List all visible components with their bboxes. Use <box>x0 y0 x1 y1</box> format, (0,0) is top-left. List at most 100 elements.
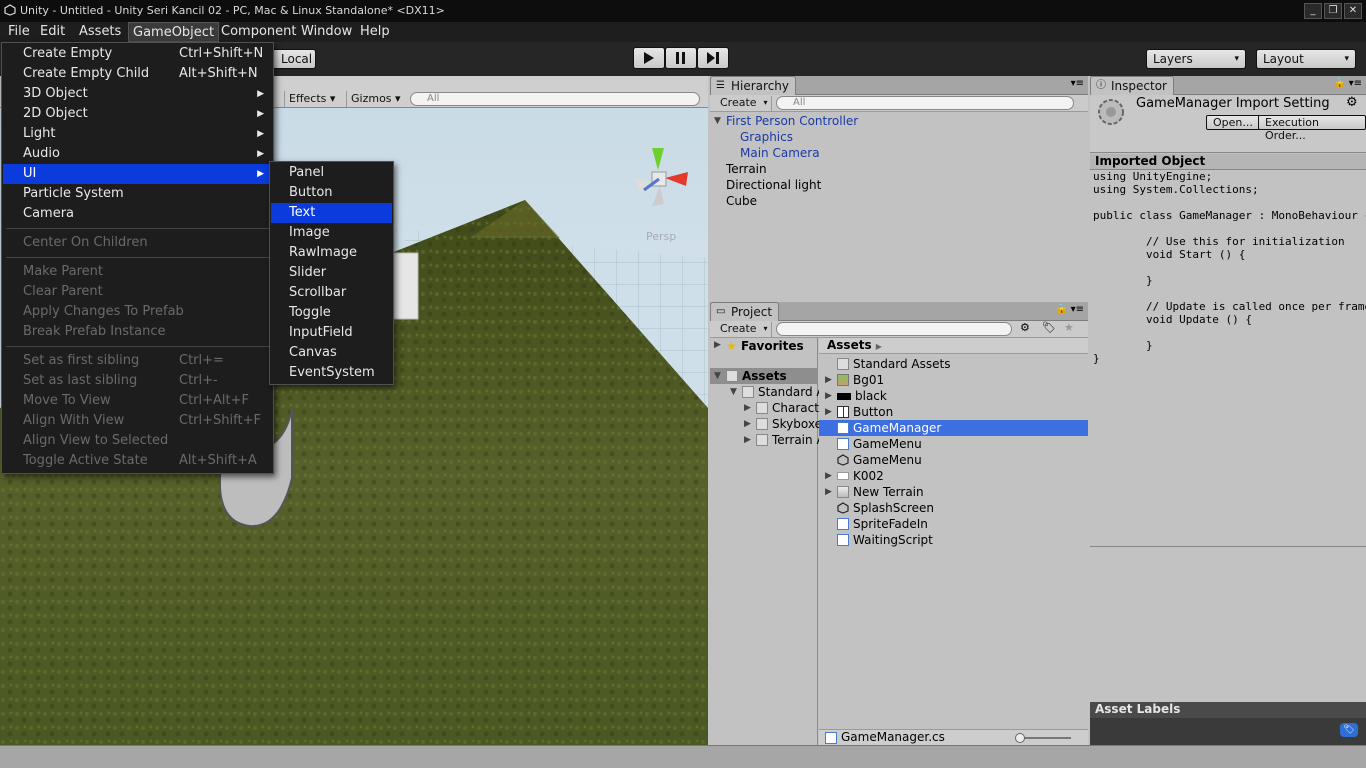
menu-audio[interactable]: Audio ▶ <box>3 144 272 164</box>
step-button[interactable] <box>697 47 729 69</box>
hierarchy-search-input[interactable]: All <box>776 96 1074 110</box>
settings-gear-icon[interactable]: ⚙ <box>1346 95 1358 110</box>
menu-align-view-to-selected[interactable]: Align View to Selected <box>3 431 272 451</box>
project-create-button[interactable]: Create <box>714 322 772 337</box>
scene-search-input[interactable]: All <box>410 92 700 106</box>
layout-dropdown[interactable]: Layout <box>1256 49 1356 69</box>
expand-arrow-icon[interactable]: ▶ <box>825 375 832 385</box>
search-by-label-icon[interactable]: 🏷 <box>1042 321 1056 334</box>
menu-break-prefab-instance[interactable]: Break Prefab Instance <box>3 322 272 342</box>
tab-project[interactable]: ▭ Project <box>710 302 780 321</box>
tab-inspector[interactable]: ⓘ Inspector <box>1090 76 1174 95</box>
execution-order-button[interactable]: Execution Order... <box>1258 115 1366 142</box>
file-item[interactable]: Button <box>837 404 893 420</box>
submenu-scrollbar[interactable]: Scrollbar <box>271 283 392 303</box>
menu-move-to-view[interactable]: Move To View Ctrl+Alt+F <box>3 391 272 411</box>
folder-item[interactable]: Skyboxe <box>756 416 822 432</box>
folder-item[interactable]: Characte <box>756 400 826 416</box>
file-item[interactable]: SplashScreen <box>837 500 934 516</box>
submenu-eventsystem[interactable]: EventSystem <box>271 363 392 383</box>
project-search-input[interactable] <box>776 322 1012 336</box>
minimize-button[interactable]: _ <box>1304 3 1322 19</box>
hierarchy-item[interactable]: Directional light <box>726 177 821 193</box>
file-item[interactable]: black <box>837 388 887 404</box>
menu-set-last-sibling[interactable]: Set as last sibling Ctrl+- <box>3 371 272 391</box>
persp-label[interactable]: Persp <box>646 230 676 243</box>
file-item-selected[interactable]: GameManager <box>837 420 941 436</box>
menu-help[interactable]: Help <box>356 22 394 42</box>
favorite-star-icon[interactable]: ★ <box>1064 321 1074 334</box>
search-by-type-icon[interactable]: ⚙ <box>1020 321 1030 334</box>
icon-size-slider[interactable] <box>1019 737 1071 739</box>
play-button[interactable] <box>633 47 665 69</box>
favorites-item[interactable]: ★ Favorites <box>726 338 804 354</box>
menu-2d-object[interactable]: 2D Object ▶ <box>3 104 272 124</box>
hierarchy-item[interactable]: Terrain <box>726 161 767 177</box>
expand-arrow-icon[interactable]: ▶ <box>714 340 721 350</box>
hierarchy-create-button[interactable]: Create <box>714 96 772 111</box>
submenu-panel[interactable]: Panel <box>271 163 392 183</box>
submenu-button[interactable]: Button <box>271 183 392 203</box>
menu-component[interactable]: Component <box>217 22 300 42</box>
panel-menu-icon[interactable]: ▾≡ <box>1071 304 1084 315</box>
menu-camera[interactable]: Camera <box>3 204 272 224</box>
hierarchy-item[interactable]: Cube <box>726 193 757 209</box>
menu-make-parent[interactable]: Make Parent <box>3 262 272 282</box>
folder-item[interactable]: Terrain A <box>756 432 825 448</box>
file-item[interactable]: SpriteFadeIn <box>837 516 928 532</box>
expand-arrow-icon[interactable]: ▼ <box>714 371 721 381</box>
submenu-rawimage[interactable]: RawImage <box>271 243 392 263</box>
label-tag-icon[interactable]: 🏷 <box>1340 723 1358 737</box>
menu-toggle-active-state[interactable]: Toggle Active State Alt+Shift+A <box>3 451 272 471</box>
expand-arrow-icon[interactable]: ▶ <box>744 403 751 413</box>
gizmos-dropdown[interactable]: Gizmos ▾ <box>346 91 405 107</box>
menu-assets[interactable]: Assets <box>75 22 125 42</box>
submenu-image[interactable]: Image <box>271 223 392 243</box>
submenu-inputfield[interactable]: InputField <box>271 323 392 343</box>
menu-center-on-children[interactable]: Center On Children <box>3 233 272 253</box>
assets-folder-item[interactable]: Assets <box>726 368 787 384</box>
expand-arrow-icon[interactable]: ▼ <box>714 116 721 126</box>
expand-arrow-icon[interactable]: ▶ <box>825 391 832 401</box>
file-item[interactable]: GameMenu <box>837 436 922 452</box>
breadcrumb-assets[interactable]: Assets <box>827 338 872 352</box>
hierarchy-item[interactable]: Main Camera <box>740 145 820 161</box>
menu-3d-object[interactable]: 3D Object ▶ <box>3 84 272 104</box>
hierarchy-item[interactable]: First Person Controller <box>726 113 858 129</box>
pivot-local-button[interactable]: Local <box>272 49 316 69</box>
file-item[interactable]: Standard Assets <box>837 356 950 372</box>
menu-particle-system[interactable]: Particle System <box>3 184 272 204</box>
submenu-text[interactable]: Text <box>271 203 392 223</box>
menu-light[interactable]: Light ▶ <box>3 124 272 144</box>
menu-ui[interactable]: UI ▶ <box>3 164 272 184</box>
menu-file[interactable]: File <box>4 22 34 42</box>
menu-align-with-view[interactable]: Align With View Ctrl+Shift+F <box>3 411 272 431</box>
effects-dropdown[interactable]: Effects ▾ <box>284 91 339 107</box>
tab-hierarchy[interactable]: ☰ Hierarchy <box>710 76 797 95</box>
folder-item[interactable]: Standard A <box>742 384 825 400</box>
expand-arrow-icon[interactable]: ▶ <box>825 471 832 481</box>
submenu-canvas[interactable]: Canvas <box>271 343 392 363</box>
expand-arrow-icon[interactable]: ▶ <box>744 419 751 429</box>
expand-arrow-icon[interactable]: ▶ <box>825 407 832 417</box>
expand-arrow-icon[interactable]: ▶ <box>744 435 751 445</box>
menu-edit[interactable]: Edit <box>36 22 69 42</box>
file-item[interactable]: Bg01 <box>837 372 884 388</box>
menu-set-first-sibling[interactable]: Set as first sibling Ctrl+= <box>3 351 272 371</box>
pause-button[interactable] <box>665 47 697 69</box>
file-item[interactable]: K002 <box>837 468 884 484</box>
menu-create-empty[interactable]: Create Empty Ctrl+Shift+N <box>3 44 272 64</box>
layers-dropdown[interactable]: Layers <box>1146 49 1246 69</box>
panel-menu-icon[interactable]: ▾≡ <box>1349 78 1362 89</box>
file-item[interactable]: New Terrain <box>837 484 924 500</box>
panel-menu-icon[interactable]: ▾≡ <box>1071 78 1084 89</box>
file-item[interactable]: GameMenu <box>837 452 922 468</box>
submenu-toggle[interactable]: Toggle <box>271 303 392 323</box>
open-button[interactable]: Open... <box>1206 115 1260 130</box>
lock-icon[interactable]: 🔒 <box>1334 78 1346 89</box>
menu-clear-parent[interactable]: Clear Parent <box>3 282 272 302</box>
maximize-button[interactable]: ❐ <box>1324 3 1342 19</box>
submenu-slider[interactable]: Slider <box>271 263 392 283</box>
menu-apply-changes-to-prefab[interactable]: Apply Changes To Prefab <box>3 302 272 322</box>
menu-window[interactable]: Window <box>297 22 356 42</box>
